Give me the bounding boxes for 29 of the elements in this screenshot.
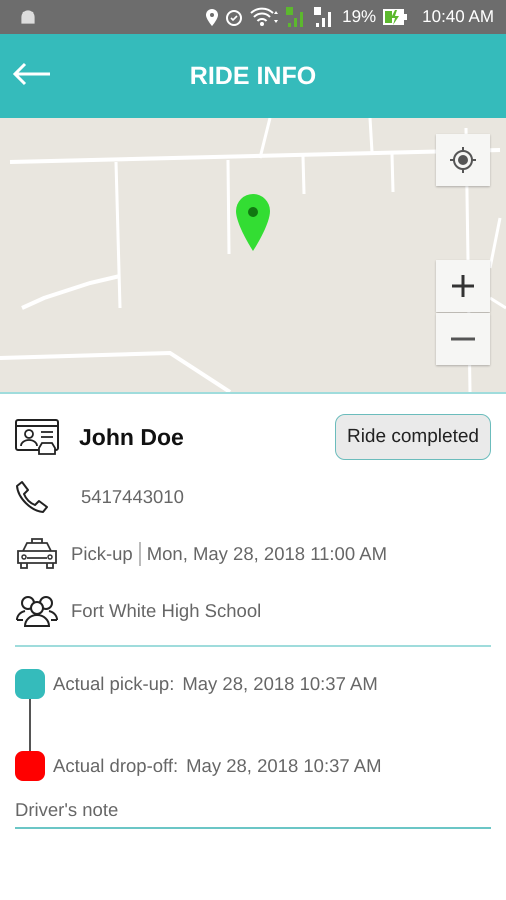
crosshair-icon xyxy=(448,145,478,175)
event-time: May 28, 2018 10:37 AM xyxy=(182,673,378,695)
zoom-in-button[interactable] xyxy=(436,260,490,312)
group-icon xyxy=(15,594,59,628)
phone-icon xyxy=(15,480,49,514)
alarm-icon xyxy=(224,7,244,27)
driver-id-card-icon xyxy=(15,418,59,456)
school-name: Fort White High School xyxy=(71,600,262,622)
location-icon xyxy=(206,8,218,26)
timeline-connector xyxy=(29,699,31,751)
wifi-icon xyxy=(250,7,280,27)
minus-icon xyxy=(451,336,475,342)
battery-icon xyxy=(382,8,408,26)
battery-percent: 19% xyxy=(342,7,376,27)
zoom-out-button[interactable] xyxy=(436,313,490,365)
taxi-icon xyxy=(15,536,59,570)
event-time: May 28, 2018 10:37 AM xyxy=(186,755,382,777)
screen-title: RIDE INFO xyxy=(190,62,316,90)
rider-name: John Doe xyxy=(79,424,184,450)
pickup-time: Mon, May 28, 2018 11:00 AM xyxy=(146,542,388,564)
phone-number: 5417443010 xyxy=(81,486,184,508)
ride-status-badge: Ride completed xyxy=(334,414,491,460)
plus-icon xyxy=(451,274,475,298)
pickup-label: Pick-up xyxy=(71,542,133,564)
my-location-button[interactable] xyxy=(436,134,490,186)
back-arrow-icon xyxy=(12,62,52,86)
event-label: Actual pick-up: xyxy=(53,673,174,695)
clock: 10:40 AM xyxy=(422,7,494,27)
event-label: Actual drop-off: xyxy=(53,755,178,777)
